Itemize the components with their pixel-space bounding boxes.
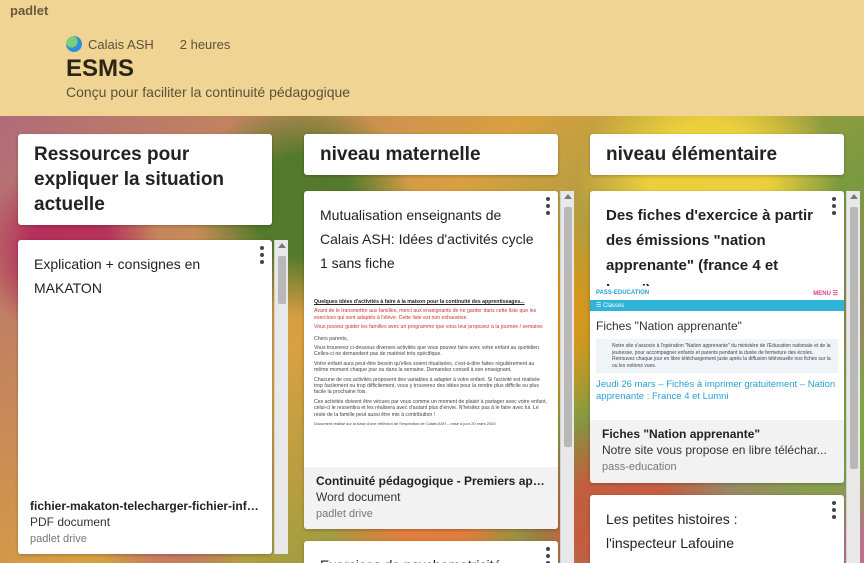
attachment-type: Word document [316,490,401,504]
scroll-up-arrow-icon[interactable] [564,194,572,199]
attachment-title: Fiches "Nation apprenante" [602,427,761,441]
attachment-source: padlet drive [30,533,87,545]
attachment-source: pass-education [602,461,677,473]
site-intro-box: Notre site s'associe à l'opération "Nati… [596,339,838,374]
doc-footer: Document réalisé sur la base d'une réfle… [314,421,496,427]
scroll-up-arrow-icon[interactable] [278,243,286,248]
doc-paragraph: Ces activités doivent être vécues par vo… [314,398,547,418]
column-title[interactable]: Ressources pour expliquer la situation a… [18,134,272,225]
column-scrollbar[interactable] [560,191,574,563]
post-card-lafouine[interactable]: Les petites histoires : l'inspecteur Laf… [590,495,844,563]
post-body: Mutualisation enseignants de Calais ASH:… [320,207,534,271]
author-row: Calais ASH 2 heures [66,35,230,53]
more-options-icon[interactable] [259,246,265,264]
attachment-title: Continuité pédagogique - Premiers appr..… [316,474,546,488]
post-card-psychomotricite[interactable]: Exercices de psychomotricité [304,541,558,563]
more-options-icon[interactable] [831,197,837,215]
more-options-icon[interactable] [545,547,551,563]
more-options-icon[interactable] [545,197,551,215]
attachment-preview[interactable]: Fiches "Nation apprenante" Notre site vo… [590,420,844,483]
globe-avatar-icon[interactable] [66,36,82,52]
column-title[interactable]: niveau maternelle [304,134,558,175]
attachment-source: padlet drive [316,508,373,520]
scrollbar-thumb[interactable] [278,256,286,304]
post-card-makaton[interactable]: Explication + consignes en MAKATON fichi… [18,240,272,554]
doc-paragraph: Votre enfant aura peut-être besoin qu'el… [314,360,535,374]
doc-note: Avant de le transmettre aux familles, me… [314,308,537,321]
doc-paragraph: Chers parents, [314,335,349,342]
doc-heading: Quelques idées d'activités à faire à la … [314,299,525,305]
attachment-title: fichier-makaton-telecharger-fichier-info… [30,499,260,513]
padlet-logo[interactable]: padlet [10,3,48,18]
column-scrollbar[interactable] [274,240,288,554]
doc-note: Vous pouvez guider les familles avec un … [314,324,544,331]
scroll-up-arrow-icon[interactable] [850,194,858,199]
scrollbar-thumb[interactable] [564,207,572,447]
post-body: Explication + consignes en MAKATON [34,256,201,296]
attachment-type: Notre site vous propose en libre télécha… [602,443,827,457]
column-title[interactable]: niveau élémentaire [590,134,844,175]
attachment-preview[interactable]: Continuité pédagogique - Premiers appr..… [304,467,558,529]
board-subtitle: Conçu pour faciliter la continuité pédag… [66,84,351,100]
author-name[interactable]: Calais ASH [88,37,154,52]
attachment-preview[interactable]: fichier-makaton-telecharger-fichier-info… [18,492,272,554]
site-menu: MENU ☰ [813,290,838,297]
website-preview[interactable]: PASS-EDUCATION MENU ☰ ☰ Classes Fiches "… [590,286,844,420]
scrollbar-thumb[interactable] [850,207,858,469]
site-heading: Fiches "Nation apprenante" [596,319,742,333]
board-header: padlet Calais ASH 2 heures ESMS Conçu po… [0,0,864,116]
site-link: Jeudi 26 mars – Fichés à imprimer gratui… [596,379,836,403]
doc-paragraph: Vous trouverez ci-dessous diverses activ… [314,345,541,358]
site-logo: PASS-EDUCATION [596,290,650,296]
attachment-type: PDF document [30,515,111,529]
document-preview[interactable]: Quelques idées d'activités à faire à la … [304,295,558,463]
post-time: 2 heures [179,36,231,52]
post-body: Les petites histoires : l'inspecteur Laf… [606,511,738,551]
post-body: Exercices de psychomotricité [304,541,558,563]
post-card-nation-apprenante[interactable]: Des fiches d'exercice à partir des émiss… [590,191,844,483]
site-topbar: PASS-EDUCATION MENU ☰ [590,286,844,300]
doc-paragraph: Chacune de ces activités proposent des v… [314,376,540,396]
post-card-mutualisation[interactable]: Mutualisation enseignants de Calais ASH:… [304,191,558,529]
more-options-icon[interactable] [831,501,837,519]
site-nav-bar: ☰ Classes [590,300,844,311]
column-ressources: Ressources pour expliquer la situation a… [18,134,272,225]
column-maternelle: niveau maternelle [304,134,558,175]
board-title: ESMS [66,55,135,82]
column-elementaire: niveau élémentaire [590,134,844,175]
column-scrollbar[interactable] [846,191,860,563]
